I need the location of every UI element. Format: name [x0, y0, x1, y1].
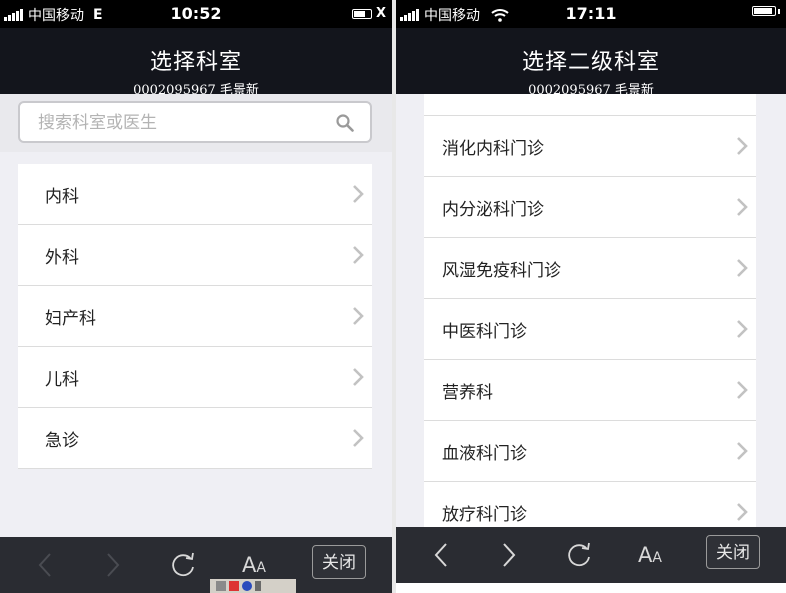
chevron-right-icon	[737, 381, 748, 399]
list-item[interactable]: 中医科门诊	[424, 299, 756, 360]
chevron-right-icon	[353, 368, 364, 386]
chevron-right-icon	[353, 429, 364, 447]
list-item[interactable]: 风湿免疫科门诊	[424, 238, 756, 299]
phone-screen-right: 中国移动 17:11 选择二级科室 0002095967 毛景新 消化内科门诊 …	[396, 0, 786, 593]
back-icon	[38, 553, 51, 577]
list-item[interactable]: 急诊	[18, 408, 372, 469]
list-item-label: 急诊	[45, 431, 79, 451]
search-bar	[0, 94, 392, 152]
chevron-right-icon	[737, 137, 748, 155]
refresh-button[interactable]	[562, 535, 596, 575]
chevron-right-icon	[737, 320, 748, 338]
back-button[interactable]	[426, 535, 456, 575]
browser-toolbar: AA 关闭	[396, 527, 786, 583]
page-title: 选择科室	[149, 50, 242, 75]
list-item[interactable]: 放疗科门诊	[424, 482, 756, 527]
page-title: 选择二级科室	[521, 50, 660, 75]
list-item[interactable]: 消化内科门诊	[424, 116, 756, 177]
list-item[interactable]: 血液科门诊	[424, 421, 756, 482]
list-item[interactable]: 儿科	[18, 347, 372, 408]
chevron-right-icon	[737, 198, 748, 216]
clock: 10:52	[170, 4, 222, 23]
content-area: 内科 外科 妇产科 儿科 急诊	[0, 94, 392, 537]
refresh-icon	[172, 552, 194, 577]
font-size-icon: AA	[638, 543, 662, 567]
forward-icon	[107, 553, 120, 577]
nav-bar: 选择二级科室 0002095967 毛景新	[396, 28, 786, 98]
list-item-label: 消化内科门诊	[442, 139, 544, 159]
battery-icon	[752, 6, 776, 16]
list-item-label: 内分泌科门诊	[442, 200, 544, 220]
chevron-right-icon	[353, 246, 364, 264]
list-item[interactable]: 营养科	[424, 360, 756, 421]
list-item-label: 外科	[45, 248, 79, 268]
phone-screen-left: 中国移动 E 10:52 X 选择科室 0002095967 毛景新 内科	[0, 0, 392, 593]
list-item-label: 营养科	[442, 383, 493, 403]
status-bar: 中国移动 17:11	[396, 0, 786, 28]
list-item-label: 放疗科门诊	[442, 505, 527, 525]
back-icon	[434, 543, 447, 567]
list-item-label: 内科	[45, 187, 79, 207]
search-icon[interactable]	[336, 114, 354, 132]
chevron-right-icon	[737, 503, 748, 521]
refresh-icon	[568, 542, 590, 567]
status-bar: 中国移动 E 10:52 X	[0, 0, 392, 28]
department-list: 内科 外科 妇产科 儿科 急诊	[18, 164, 372, 469]
list-item[interactable]: 妇产科	[18, 286, 372, 347]
list-item[interactable]: 外科	[18, 225, 372, 286]
list-item-label: 风湿免疫科门诊	[442, 261, 561, 281]
system-taskbar	[210, 579, 296, 593]
refresh-button[interactable]	[166, 545, 200, 585]
list-item-label: 妇产科	[45, 309, 96, 329]
chevron-right-icon	[353, 307, 364, 325]
close-indicator: X	[375, 6, 386, 21]
battery-icon	[351, 8, 372, 19]
close-button[interactable]: 关闭	[706, 535, 760, 569]
chevron-right-icon	[737, 442, 748, 460]
list-item[interactable]: 内分泌科门诊	[424, 177, 756, 238]
bottom-margin	[396, 583, 786, 593]
list-top-edge	[424, 94, 756, 116]
content-area: 消化内科门诊 内分泌科门诊 风湿免疫科门诊 中医科门诊 营养科 血液科门诊 放疗…	[396, 94, 786, 527]
browser-toolbar: AA 关闭	[0, 537, 392, 593]
list-item-label: 儿科	[45, 370, 79, 390]
battery-tip	[778, 8, 780, 14]
font-size-button[interactable]: AA	[630, 535, 670, 575]
forward-icon	[503, 543, 516, 567]
close-button[interactable]: 关闭	[312, 545, 366, 579]
forward-button[interactable]	[98, 545, 128, 585]
search-input[interactable]	[36, 109, 310, 137]
chevron-right-icon	[737, 259, 748, 277]
back-button[interactable]	[30, 545, 60, 585]
list-item[interactable]: 内科	[18, 164, 372, 225]
nav-bar: 选择科室 0002095967 毛景新	[0, 28, 392, 98]
forward-button[interactable]	[494, 535, 524, 575]
clock: 17:11	[565, 4, 617, 23]
sub-department-list: 消化内科门诊 内分泌科门诊 风湿免疫科门诊 中医科门诊 营养科 血液科门诊 放疗…	[424, 94, 756, 527]
list-item-label: 中医科门诊	[442, 322, 527, 342]
font-size-icon: AA	[242, 553, 266, 577]
list-item-label: 血液科门诊	[442, 444, 527, 464]
chevron-right-icon	[353, 185, 364, 203]
search-box[interactable]	[18, 101, 372, 143]
